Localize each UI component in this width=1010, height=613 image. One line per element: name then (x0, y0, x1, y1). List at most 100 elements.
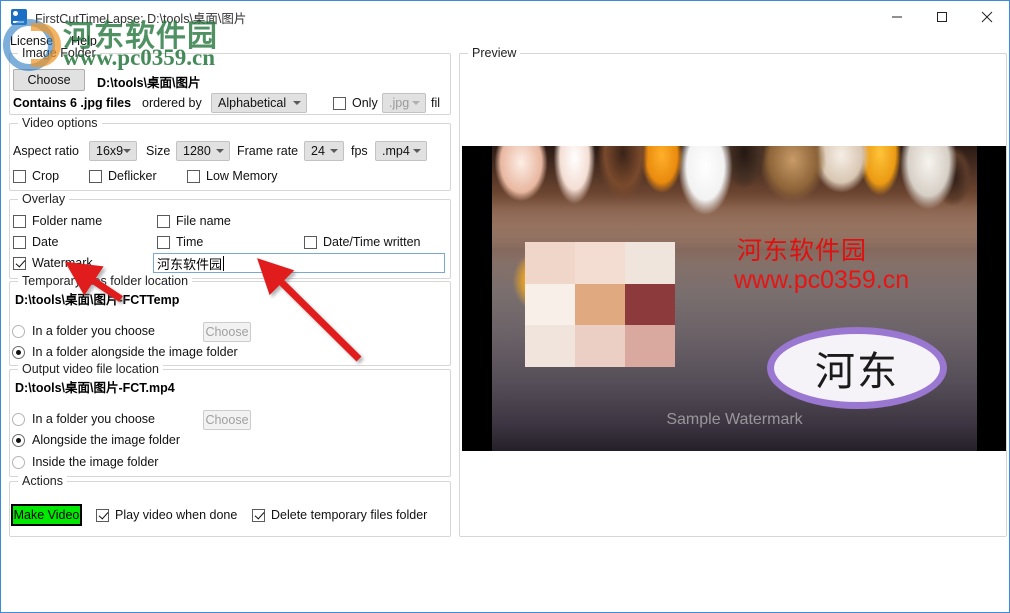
order-by-value: Alphabetical (218, 96, 287, 110)
delete-temp-files-checkbox-box (252, 508, 265, 522)
output-alongside-radio[interactable]: Alongside the image folder (12, 433, 180, 447)
video-format-select[interactable]: .mp4 (375, 141, 427, 161)
mosaic-cell (525, 283, 575, 326)
extension-value: .jpg (389, 96, 410, 110)
app-icon (11, 9, 27, 25)
application-window: FirstCutTimeLapse: D:\tools\桌面\图片 Licens… (0, 0, 1010, 613)
chevron-down-icon (330, 149, 338, 153)
overlay-group-title: Overlay (18, 192, 70, 206)
maximize-icon[interactable] (919, 1, 964, 33)
output-inside-radio[interactable]: Inside the image folder (12, 455, 158, 469)
temp-folder-choose-label: In a folder you choose (32, 324, 155, 338)
watermark-checkbox[interactable]: Watermark (13, 256, 93, 270)
temp-folder-alongside-radio-dot (12, 345, 25, 359)
crop-checkbox[interactable]: Crop (13, 169, 59, 183)
play-video-when-done-label: Play video when done (115, 508, 238, 522)
delete-temp-files-checkbox[interactable]: Delete temporary files folder (252, 508, 427, 522)
window-controls (874, 1, 1009, 33)
preview-sample-watermark: Sample Watermark (666, 411, 803, 428)
choose-image-folder-button[interactable]: Choose (13, 69, 85, 91)
output-location-group-title: Output video file location (18, 362, 163, 376)
window-title: FirstCutTimeLapse: D:\tools\桌面\图片 (35, 11, 247, 26)
preview-image: 河东软件园 www.pc0359.cn 河东 Sample Watermark (462, 146, 1006, 451)
text-caret (223, 255, 225, 271)
file-name-checkbox[interactable]: File name (157, 214, 231, 228)
make-video-button[interactable]: Make Video (11, 504, 82, 526)
only-ext-checkbox-box (333, 96, 346, 110)
date-time-written-checkbox[interactable]: Date/Time written (304, 235, 420, 249)
date-time-written-label: Date/Time written (323, 235, 421, 249)
mosaic-cell (525, 242, 575, 284)
image-folder-path: D:\tools\桌面\图片 (97, 76, 201, 90)
title-bar: FirstCutTimeLapse: D:\tools\桌面\图片 (1, 1, 1009, 33)
output-choose-label: In a folder you choose (32, 412, 155, 426)
mosaic-cell (525, 325, 575, 367)
temp-folder-choose-radio-dot (12, 324, 25, 338)
temp-folder-alongside-radio[interactable]: In a folder alongside the image folder (12, 345, 238, 359)
file-name-label: File name (176, 214, 231, 228)
output-choose-radio-dot (12, 412, 25, 426)
date-time-written-checkbox-box (304, 235, 317, 249)
image-folder-group-title: Image Folder (18, 46, 100, 60)
preview-photo: 河东软件园 www.pc0359.cn 河东 Sample Watermark (492, 146, 977, 451)
temp-files-group-title: Temporary files folder location (18, 274, 193, 288)
delete-temp-files-label: Delete temporary files folder (271, 508, 428, 522)
folder-name-label: Folder name (32, 214, 103, 228)
mosaic-cell (575, 283, 625, 326)
size-select[interactable]: 1280 (176, 141, 230, 161)
folder-name-checkbox[interactable]: Folder name (13, 214, 102, 228)
time-checkbox[interactable]: Time (157, 235, 203, 249)
preview-red-watermark-cn: 河东软件园 (737, 236, 868, 265)
close-icon[interactable] (964, 1, 1009, 33)
low-memory-label: Low Memory (206, 169, 278, 183)
deflicker-checkbox[interactable]: Deflicker (89, 169, 157, 183)
aspect-ratio-label: Aspect ratio (13, 144, 80, 158)
date-checkbox-box (13, 235, 26, 249)
temp-files-path: D:\tools\桌面\图片-FCTTemp (15, 293, 180, 307)
output-choose-button[interactable]: Choose (203, 410, 251, 430)
preview-blob-badge: 河东 (767, 327, 947, 409)
output-file-path: D:\tools\桌面\图片-FCT.mp4 (15, 381, 175, 395)
watermark-label: Watermark (32, 256, 93, 270)
ordered-by-label: ordered by (142, 96, 202, 110)
order-by-select[interactable]: Alphabetical (211, 93, 307, 113)
watermark-checkbox-box (13, 256, 26, 270)
mosaic-cell (625, 242, 675, 284)
time-checkbox-box (157, 235, 170, 249)
date-checkbox[interactable]: Date (13, 235, 58, 249)
aspect-ratio-select[interactable]: 16x9 (89, 141, 137, 161)
chevron-down-icon (413, 149, 421, 153)
actions-group-title: Actions (18, 474, 67, 488)
temp-choose-button[interactable]: Choose (203, 322, 251, 342)
folder-name-checkbox-box (13, 214, 26, 228)
image-count-label: Contains 6 .jpg files (13, 96, 132, 110)
output-alongside-radio-dot (12, 433, 25, 447)
output-choose-radio[interactable]: In a folder you choose (12, 412, 155, 426)
file-name-checkbox-box (157, 214, 170, 228)
temp-folder-choose-radio[interactable]: In a folder you choose (12, 324, 155, 338)
mosaic-cell (625, 325, 675, 367)
fps-label: fps (351, 144, 368, 158)
deflicker-checkbox-box (89, 169, 102, 183)
size-label: Size (146, 144, 171, 158)
mosaic-cell (575, 325, 625, 367)
crop-checkbox-box (13, 169, 26, 183)
minimize-icon[interactable] (874, 1, 919, 33)
date-label: Date (32, 235, 59, 249)
frame-rate-select[interactable]: 24 (304, 141, 344, 161)
watermark-text-value: 河东软件园 (157, 257, 223, 273)
aspect-ratio-value: 16x9 (96, 144, 124, 158)
only-ext-label: Only (352, 96, 378, 110)
temp-folder-alongside-label: In a folder alongside the image folder (32, 345, 238, 359)
preview-group-title: Preview (468, 46, 521, 60)
low-memory-checkbox[interactable]: Low Memory (187, 169, 278, 183)
time-label: Time (176, 235, 204, 249)
extension-select[interactable]: .jpg (382, 93, 426, 113)
frame-rate-label: Frame rate (237, 144, 299, 158)
play-video-when-done-checkbox-box (96, 508, 109, 522)
play-video-when-done-checkbox[interactable]: Play video when done (96, 508, 237, 522)
preview-photo-mosaic (525, 242, 675, 367)
only-ext-checkbox[interactable]: Only (333, 96, 378, 110)
watermark-text-input[interactable]: 河东软件园 (153, 253, 445, 273)
output-alongside-label: Alongside the image folder (32, 433, 181, 447)
